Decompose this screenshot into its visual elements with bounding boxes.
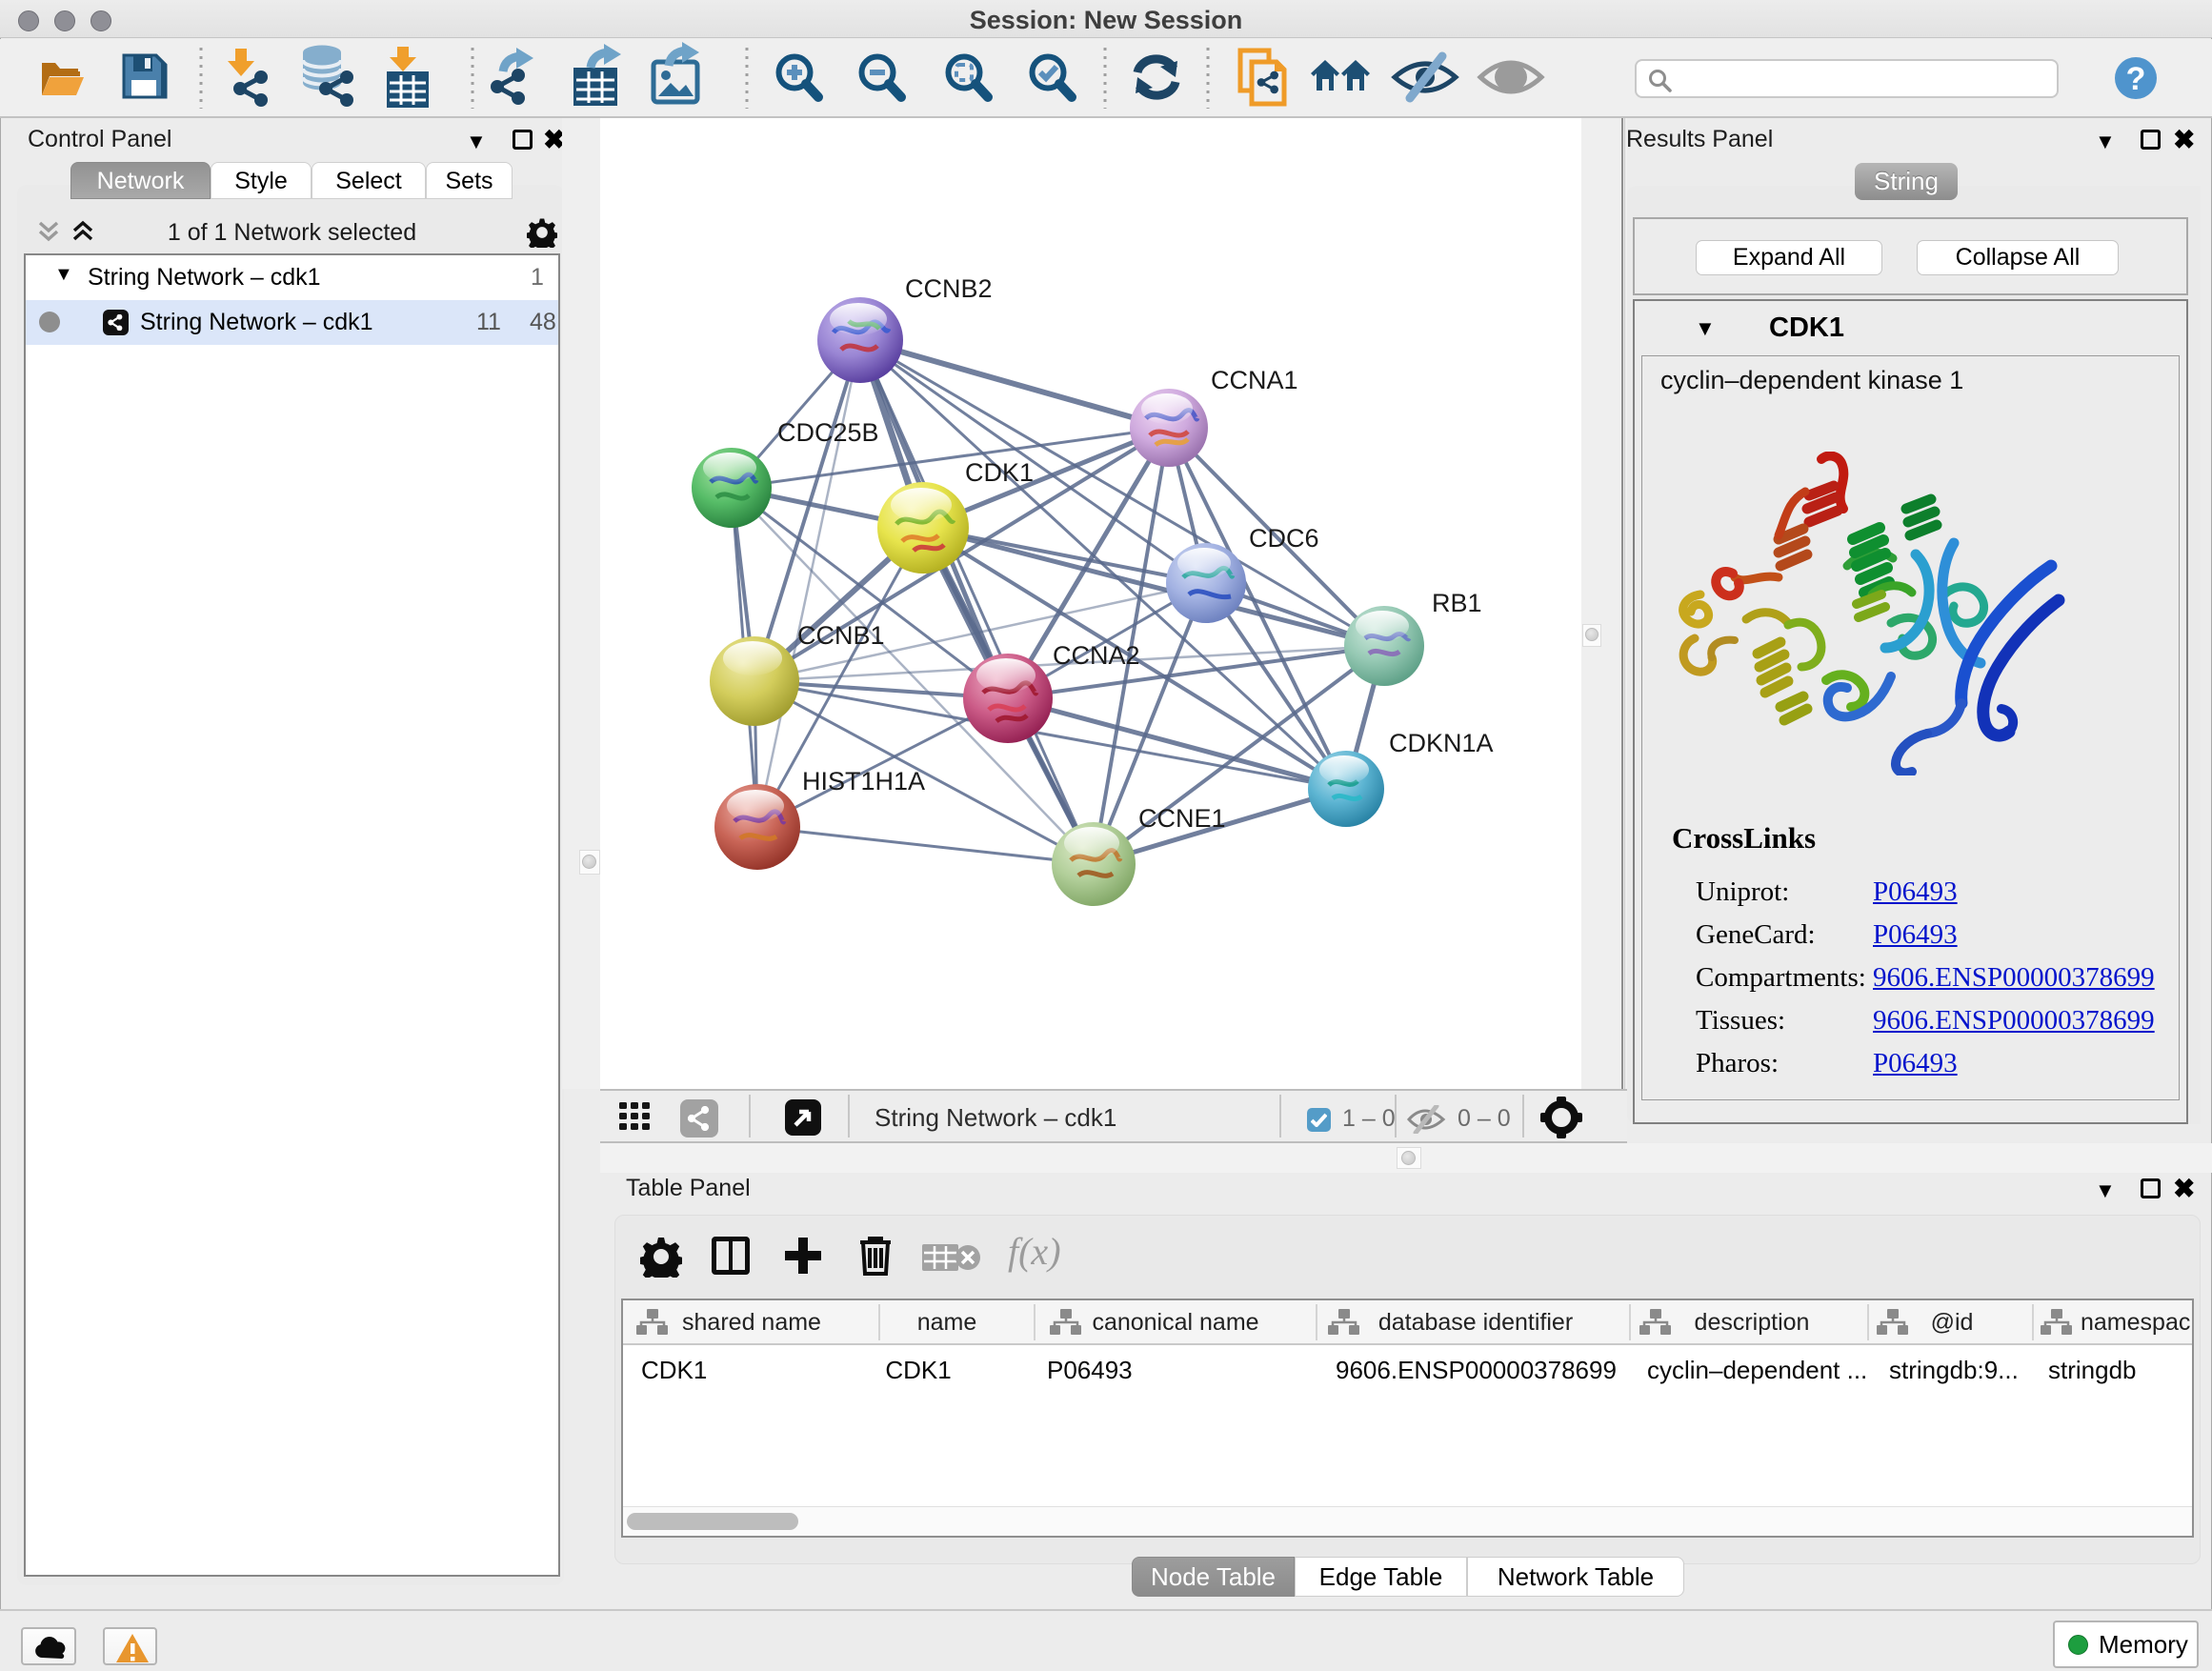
svg-text:CDK1: CDK1	[965, 458, 1034, 487]
svg-text:CDC25B: CDC25B	[777, 418, 879, 447]
svg-text:CCNB1: CCNB1	[797, 621, 885, 650]
svg-text:?: ?	[2126, 61, 2146, 97]
svg-text:CCNA2: CCNA2	[1053, 641, 1140, 670]
svg-text:HIST1H1A: HIST1H1A	[802, 767, 925, 795]
svg-text:CCNA1: CCNA1	[1211, 366, 1298, 394]
svg-text:CCNE1: CCNE1	[1138, 804, 1226, 833]
svg-text:RB1: RB1	[1432, 589, 1482, 617]
svg-text:CCNB2: CCNB2	[905, 274, 993, 303]
svg-text:CDC6: CDC6	[1249, 524, 1319, 553]
svg-text:CDKN1A: CDKN1A	[1389, 729, 1494, 757]
